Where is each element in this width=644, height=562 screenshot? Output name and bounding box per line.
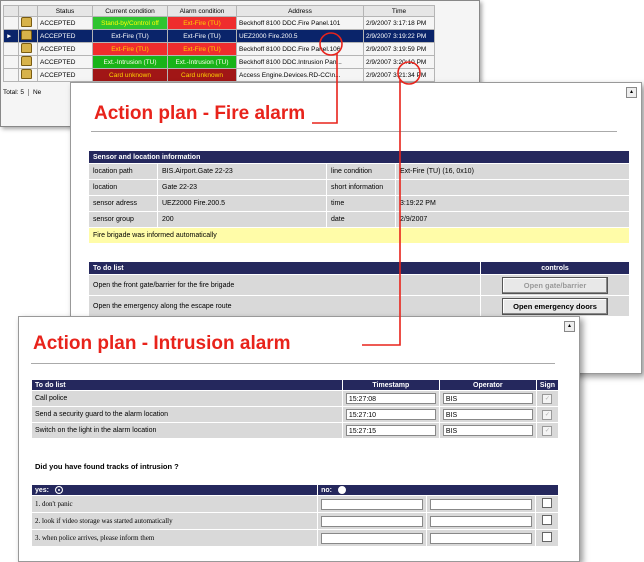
lock-icon [21, 56, 32, 66]
timestamp-header: Timestamp [342, 380, 439, 390]
todo-task: Send a security guard to the alarm locat… [32, 407, 342, 422]
operator-field[interactable]: BIS [442, 409, 533, 420]
col-status[interactable]: Status [37, 5, 93, 17]
yes-radio[interactable] [54, 486, 63, 494]
sensor-info-panel: Sensor and location information location… [88, 150, 630, 244]
info-key: short information [327, 180, 395, 195]
table-row[interactable]: ACCEPTED Ext-Fire (TU) Ext-Fire (TU) Bec… [3, 42, 435, 56]
no-label: no: [321, 486, 332, 494]
no-radio[interactable] [337, 486, 346, 494]
info-key: sensor adress [89, 196, 157, 211]
table-row[interactable]: ACCEPTED Stand-by/Control off Ext-Fire (… [3, 16, 435, 30]
todo-task: Open the front gate/barrier for the fire… [89, 275, 480, 295]
info-value: Ext-Fire (TU) (16, 0x10) [396, 164, 629, 179]
todo-header: To do list [89, 262, 480, 274]
sign-checkbox[interactable]: ✓ [542, 425, 553, 436]
operator-field[interactable] [429, 515, 532, 527]
sign-header: Sign [536, 380, 558, 390]
intrusion-todo-list: To do list Timestamp Operator Sign Call … [31, 379, 559, 439]
divider [31, 363, 555, 364]
col-alarm-condition[interactable]: Alarm condition [167, 5, 237, 17]
operator-field[interactable] [429, 498, 532, 510]
table-row[interactable]: ACCEPTED Card unknown Card unknown Acces… [3, 68, 435, 82]
timestamp-field[interactable] [321, 498, 423, 510]
lock-icon [21, 43, 32, 53]
track-step: 3. when police arrives, please inform th… [32, 530, 318, 546]
info-key: location path [89, 164, 157, 179]
info-value [396, 180, 629, 195]
info-key: sensor group [89, 212, 157, 227]
col-time[interactable]: Time [363, 5, 435, 17]
controls-header: controls [481, 262, 629, 274]
col-icon [18, 5, 38, 17]
track-step: 2. look if video storage was started aut… [32, 513, 318, 529]
info-value: Gate 22-23 [158, 180, 326, 195]
info-key: location [89, 180, 157, 195]
operator-field[interactable] [429, 532, 532, 544]
info-value: 2/9/2007 [396, 212, 629, 227]
info-value: UEZ2000 Fire.200.5 [158, 196, 326, 211]
todo-task: Call police [32, 391, 342, 406]
total-count: Total: 5 [3, 89, 29, 96]
grid-footer: Total: 5 Ne [3, 89, 41, 96]
step-checkbox[interactable] [541, 498, 552, 508]
row-pointer-icon: ► [3, 29, 19, 43]
timestamp-field[interactable]: 15:27:15 [345, 425, 436, 436]
page-title: Action plan - Intrusion alarm [33, 333, 291, 354]
alarm-table: Status Current condition Alarm condition… [3, 5, 435, 82]
tracks-list: yes: no: 1. don't panic 2. look if video… [31, 484, 559, 547]
yes-label: yes: [35, 486, 50, 494]
step-checkbox[interactable] [541, 515, 552, 525]
todo-task: Switch on the light in the alarm locatio… [32, 423, 342, 438]
track-step: 1. don't panic [32, 496, 318, 512]
sign-checkbox[interactable]: ✓ [542, 409, 553, 420]
timestamp-field[interactable]: 15:27:10 [345, 409, 436, 420]
table-row[interactable]: ACCEPTED Ext.-Intrusion (TU) Ext.-Intrus… [3, 55, 435, 69]
info-key: date [327, 212, 395, 227]
info-key: line condition [327, 164, 395, 179]
info-key: time [327, 196, 395, 211]
operator-field[interactable]: BIS [442, 393, 533, 404]
lock-icon [21, 69, 32, 79]
info-value: BIS.Airport.Gate 22-23 [158, 164, 326, 179]
scroll-up-icon[interactable]: ▴ [564, 321, 575, 332]
fire-todo-list: To do list controls Open the front gate/… [88, 261, 630, 317]
operator-header: Operator [439, 380, 536, 390]
scroll-up-icon[interactable]: ▴ [626, 87, 637, 98]
sign-checkbox[interactable]: ✓ [542, 393, 553, 404]
step-checkbox[interactable] [541, 532, 552, 542]
col-address[interactable]: Address [236, 5, 364, 17]
timestamp-field[interactable] [321, 532, 423, 544]
todo-task: Open the emergency along the escape rout… [89, 296, 480, 316]
lock-icon [21, 17, 32, 27]
tracks-question: Did you have found tracks of intrusion ? [35, 462, 179, 471]
lock-icon [21, 30, 32, 40]
timestamp-field[interactable]: 15:27:08 [345, 393, 436, 404]
info-value: 200 [158, 212, 326, 227]
intrusion-action-plan-window: ▴ Action plan - Intrusion alarm To do li… [18, 316, 580, 562]
divider [91, 131, 617, 132]
col-marker [3, 5, 19, 17]
info-value: 3:19:22 PM [396, 196, 629, 211]
page-title: Action plan - Fire alarm [94, 103, 306, 124]
notice-text: Fire brigade was informed automatically [89, 228, 629, 243]
open-emergency-doors-button[interactable]: Open emergency doors [502, 297, 608, 315]
todo-header: To do list [32, 380, 342, 390]
col-current-condition[interactable]: Current condition [92, 5, 168, 17]
timestamp-field[interactable] [321, 515, 423, 527]
sensor-info-header: Sensor and location information [89, 151, 629, 163]
open-gate-button[interactable]: Open gate/barrier [502, 276, 608, 294]
table-row-selected[interactable]: ► ACCEPTED Ext-Fire (TU) Ext-Fire (TU) U… [3, 29, 435, 43]
operator-field[interactable]: BIS [442, 425, 533, 436]
footer-next: Ne [32, 89, 42, 96]
